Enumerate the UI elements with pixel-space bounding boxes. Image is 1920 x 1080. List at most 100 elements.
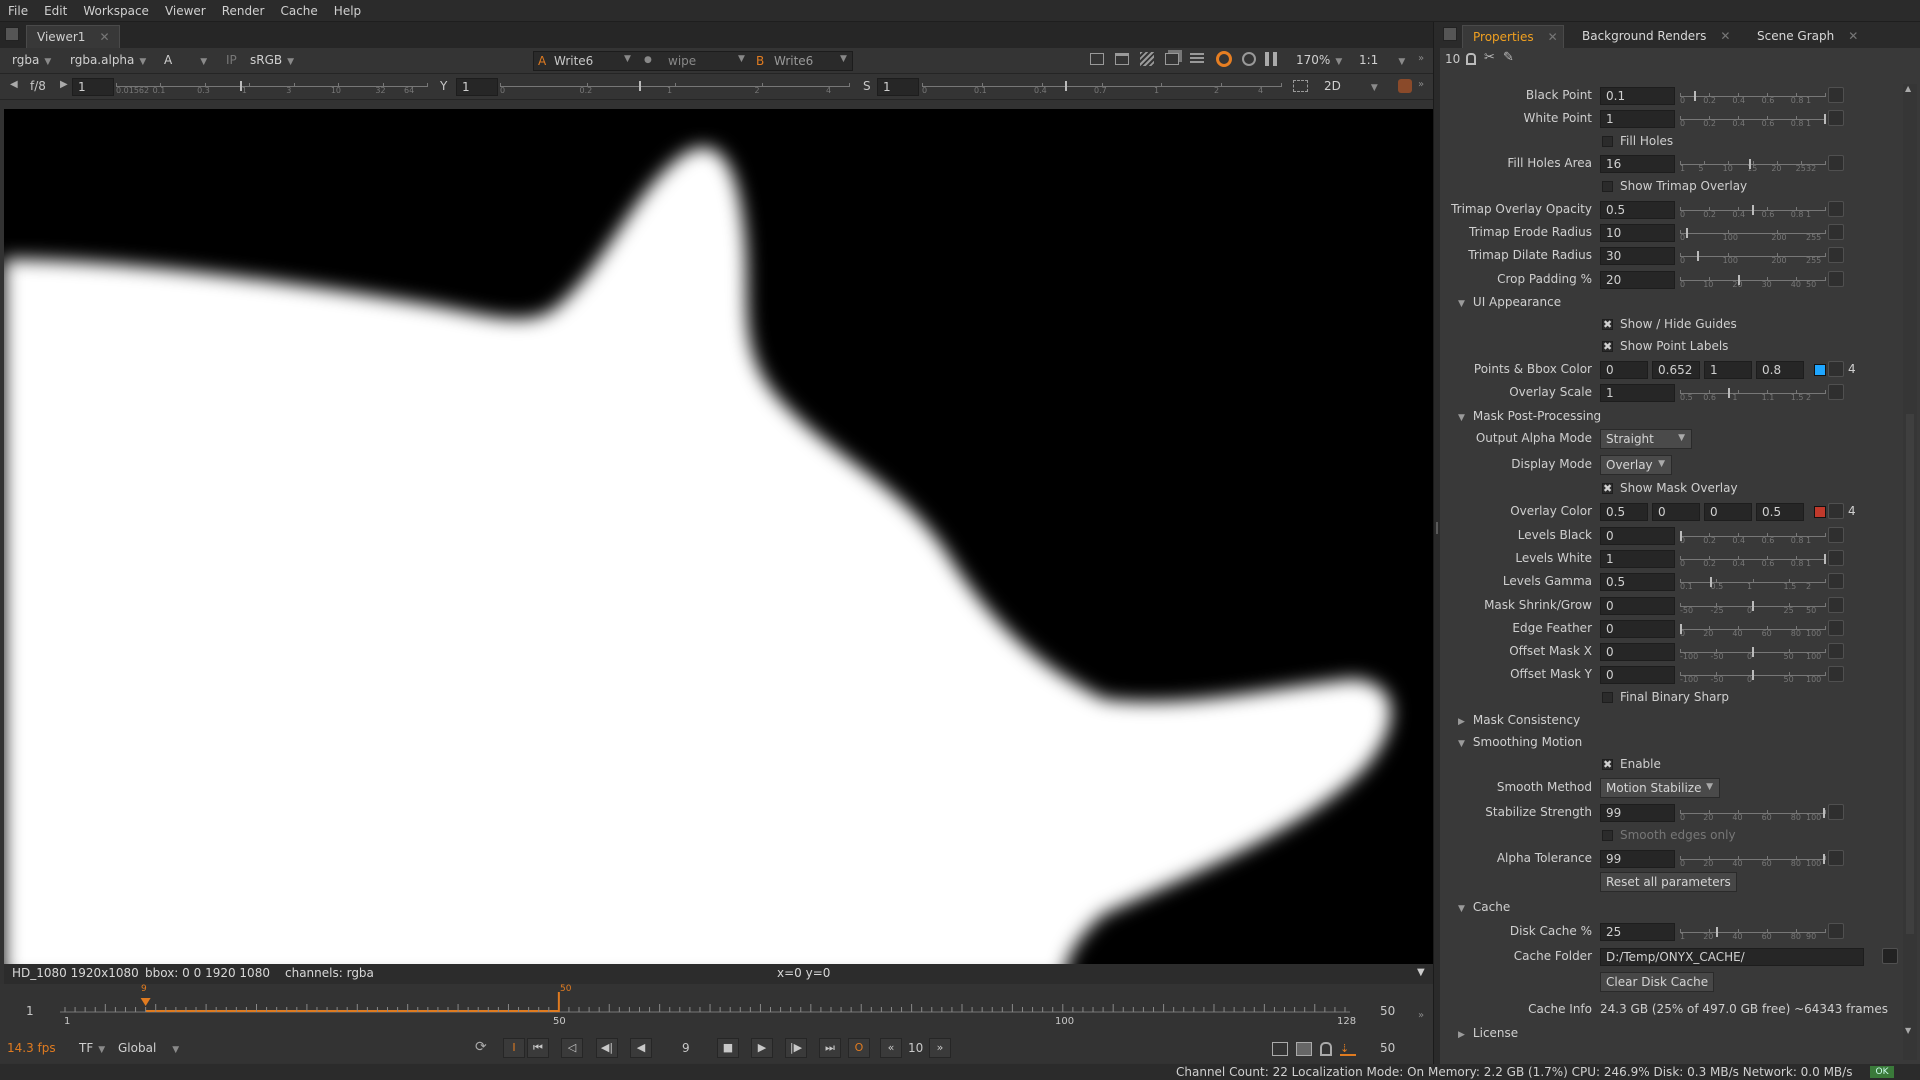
cache-section[interactable]: ▼ Cache [1458, 900, 1510, 914]
animation-curve-icon[interactable] [1828, 155, 1844, 171]
frame-end[interactable]: 50 [1380, 1004, 1395, 1018]
trimap-overlay-opacity-input[interactable]: 0.5 [1600, 201, 1675, 219]
smooth-edges-only-checkbox[interactable] [1602, 830, 1613, 841]
offset-mask-x-slider[interactable]: -100 -50 0 50 100 [1680, 644, 1826, 661]
final-binary-sharp-checkbox[interactable] [1602, 692, 1613, 703]
out-point-button[interactable]: O [848, 1038, 870, 1058]
last-frame-icon[interactable]: ⏭ [819, 1038, 841, 1058]
smoothing-motion-section[interactable]: ▼ Smoothing Motion [1458, 735, 1582, 749]
slider-knob[interactable] [1822, 808, 1825, 818]
slider-knob[interactable] [1710, 577, 1713, 587]
channels-dropdown[interactable]: rgba ▼ [8, 51, 55, 70]
slider-knob[interactable] [1752, 205, 1754, 215]
prev-keyframe-icon[interactable]: ◁ [561, 1038, 583, 1058]
colorspace-dropdown[interactable]: sRGB ▼ [246, 51, 298, 70]
points-bbox-color-b-input[interactable]: 1 [1704, 361, 1752, 379]
menu-edit[interactable]: Edit [36, 4, 75, 18]
animation-curve-icon[interactable] [1828, 503, 1844, 519]
levels-black-slider[interactable]: 0 0.2 0.4 0.6 0.8 1 [1680, 528, 1826, 545]
scrollbar-thumb[interactable] [1906, 414, 1914, 934]
tf-dropdown[interactable]: TF ▼ [75, 1039, 109, 1058]
overlay-color-g-input[interactable]: 0 [1652, 503, 1700, 521]
lock-icon[interactable] [1466, 53, 1476, 65]
saturation-input[interactable]: 1 [877, 78, 919, 96]
levels-white-input[interactable]: 1 [1600, 550, 1675, 568]
roi-icon[interactable] [1090, 53, 1104, 65]
edge-feather-slider[interactable]: 0 20 40 60 80 100 [1680, 621, 1826, 638]
ratio-dropdown[interactable]: 1:1 ▼ [1355, 51, 1411, 70]
overlay-scale-slider[interactable]: 0.5 0.6 1 1.1 1.5 2 [1680, 385, 1826, 402]
mask-consistency-section[interactable]: ▶ Mask Consistency [1458, 713, 1580, 727]
trimap-dilate-radius-slider[interactable]: 0 100 200 255 [1680, 248, 1826, 265]
animation-curve-icon[interactable] [1828, 271, 1844, 287]
gear-icon[interactable] [1242, 52, 1256, 66]
channel-count[interactable]: 4 [1848, 362, 1856, 376]
triangle-down-icon[interactable]: ▼ [1458, 413, 1465, 423]
scroll-down-icon[interactable]: ▼ [1905, 1026, 1911, 1035]
menu-cache[interactable]: Cache [272, 4, 325, 18]
gamma-slider[interactable]: 0 0.2 1 2 4 [500, 78, 850, 95]
render-icon[interactable] [1296, 1042, 1312, 1056]
black-point-input[interactable]: 0.1 [1600, 87, 1675, 105]
points-bbox-color-r-input[interactable]: 0 [1600, 361, 1648, 379]
slider-knob[interactable] [1680, 531, 1682, 541]
color-swatch[interactable] [1814, 506, 1826, 518]
view-mode-dropdown[interactable]: 2D ▼ [1320, 77, 1382, 96]
close-icon[interactable]: ✕ [1848, 29, 1858, 43]
animation-curve-icon[interactable] [1828, 666, 1844, 682]
fill-holes-area-slider[interactable]: 1 5 10 15 20 25 32 [1680, 156, 1826, 173]
folder-icon[interactable] [1882, 948, 1898, 964]
triangle-right-icon[interactable]: ▶ [60, 79, 68, 90]
black-point-slider[interactable]: 0 0.2 0.4 0.6 0.8 1 [1680, 88, 1826, 105]
show-point-labels-checkbox[interactable]: ✖ [1602, 341, 1613, 352]
cache-folder-input[interactable]: D:/Temp/ONYX_CACHE/ [1600, 948, 1864, 966]
expand-icon[interactable]: » [1418, 53, 1424, 64]
alpha-tolerance-slider[interactable]: 0 20 40 60 80 100 [1680, 851, 1826, 868]
skip-forward-icon[interactable]: » [929, 1038, 951, 1058]
offset-mask-y-input[interactable]: 0 [1600, 666, 1675, 684]
overlay-color-a-input[interactable]: 0.5 [1756, 503, 1804, 521]
triangle-down-icon[interactable]: ▼ [1458, 299, 1465, 309]
animation-curve-icon[interactable] [1828, 201, 1844, 217]
lock-icon[interactable] [1320, 1042, 1332, 1056]
slider-knob[interactable] [1680, 624, 1682, 634]
b-node-select[interactable]: Write6 [774, 54, 813, 68]
fill-holes-checkbox[interactable] [1602, 136, 1613, 147]
flipbook-icon[interactable] [1272, 1042, 1288, 1056]
offset-mask-x-input[interactable]: 0 [1600, 643, 1675, 661]
enable-checkbox[interactable]: ✖ [1602, 759, 1613, 770]
tab-background-renders[interactable]: Background Renders ✕ [1572, 25, 1740, 48]
levels-white-slider[interactable]: 0 0.2 0.4 0.6 0.8 1 [1680, 551, 1826, 568]
white-point-input[interactable]: 1 [1600, 110, 1675, 128]
chevron-down-icon[interactable]: ▼ [1417, 967, 1425, 978]
points-bbox-color-g-input[interactable]: 0.652 [1652, 361, 1700, 379]
wipe-select[interactable]: wipe [668, 54, 696, 68]
channel-count[interactable]: 4 [1848, 504, 1856, 518]
current-frame-marker[interactable]: 9 [141, 984, 147, 994]
smooth-method-dropdown[interactable]: Motion Stabilize ▼ [1600, 778, 1720, 798]
reset-all-button[interactable]: Reset all parameters [1600, 872, 1737, 892]
loop-icon[interactable]: ⟳ [475, 1039, 487, 1055]
slider-knob[interactable] [1822, 854, 1825, 864]
alpha-dropdown[interactable]: rgba.alpha ▼ [66, 51, 150, 70]
animation-curve-icon[interactable] [1828, 923, 1844, 939]
paint-icon[interactable] [1398, 79, 1412, 93]
disk-cache-input[interactable]: 25 [1600, 923, 1675, 941]
in-point-button[interactable]: I [503, 1038, 525, 1058]
slider-knob[interactable] [1737, 275, 1740, 285]
slider-knob[interactable] [1752, 670, 1754, 680]
ip-button[interactable]: IP [222, 51, 241, 70]
crop-padding-slider[interactable]: 01020304050 [1680, 272, 1826, 289]
pencil-icon[interactable]: ✎ [1503, 50, 1514, 65]
panel-menu-icon[interactable] [1443, 27, 1457, 41]
gain-input[interactable]: 1 [72, 78, 114, 96]
slider-knob[interactable] [1697, 251, 1700, 261]
properties-scrollbar[interactable]: ▲ ▼ [1903, 84, 1917, 1060]
stabilize-strength-slider[interactable]: 0 20 40 60 80 100 [1680, 805, 1826, 822]
trimap-erode-radius-slider[interactable]: 0 100 200 255 [1680, 225, 1826, 242]
display-mode-dropdown[interactable]: Overlay ▼ [1600, 455, 1672, 475]
animation-curve-icon[interactable] [1828, 384, 1844, 400]
menu-help[interactable]: Help [326, 4, 369, 18]
slider-knob[interactable] [1752, 647, 1754, 657]
mask-shrink-grow-slider[interactable]: -50 -25 0 25 50 [1680, 598, 1826, 615]
